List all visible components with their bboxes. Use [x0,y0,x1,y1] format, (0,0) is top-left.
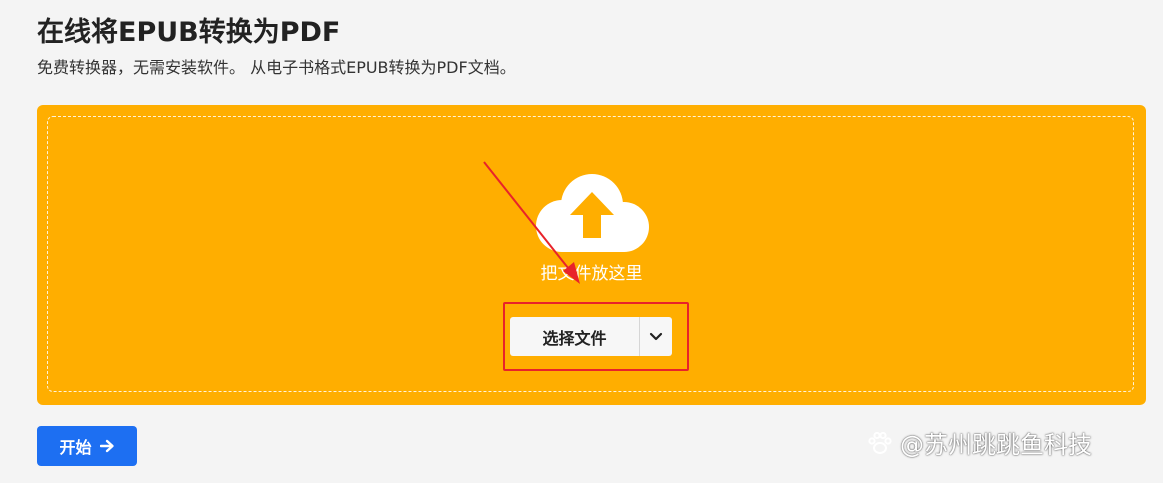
watermark-text: @苏州跳跳鱼科技 [900,431,1092,459]
start-label: 开始 [59,438,92,457]
watermark: @苏州跳跳鱼科技 [866,425,1092,460]
page-title: 在线将EPUB转换为PDF [37,17,341,48]
annotation-arrow [483,161,580,284]
page-subtitle: 免费转换器，无需安装软件。 从电子书格式EPUB转换为PDF文档。 [37,58,516,77]
paw-icon [868,431,892,454]
start-button[interactable]: 开始 [37,426,137,466]
annotation-highlight-box [503,302,689,371]
arrow-right-icon [99,439,114,453]
drop-text: 把文件放这里 [540,264,643,284]
